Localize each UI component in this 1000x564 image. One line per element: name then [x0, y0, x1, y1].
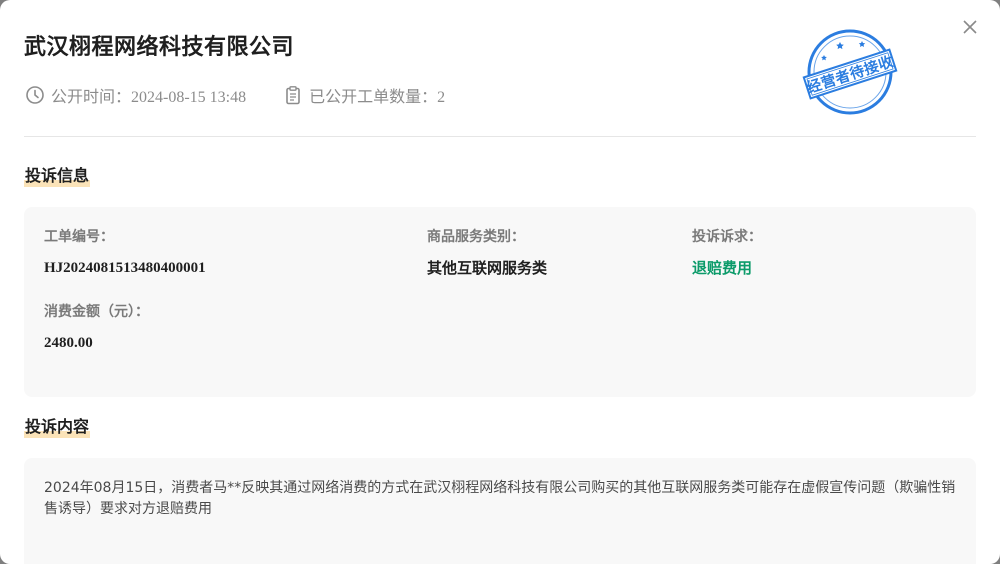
- appeal-label: 投诉诉求：: [692, 229, 762, 245]
- field-appeal: 投诉诉求： 退赔费用: [692, 227, 762, 279]
- clipboard-icon: [282, 84, 304, 106]
- field-category: 商品服务类别： 其他互联网服务类: [427, 227, 547, 279]
- section-title-complaint-content: 投诉内容: [24, 416, 91, 438]
- ticket-no-value: HJ2024081513480400001: [44, 260, 206, 276]
- public-count: 已公开工单数量：2: [282, 83, 445, 107]
- complaint-content-text: 2024年08月15日，消费者马**反映其通过网络消费的方式在武汉栩程网络科技有…: [44, 480, 956, 517]
- clock-icon: [24, 84, 46, 106]
- public-count-text: 已公开工单数量：2: [309, 89, 446, 106]
- header-divider: [24, 136, 976, 137]
- close-icon: [963, 20, 977, 34]
- category-label: 商品服务类别：: [427, 229, 525, 245]
- publish-time: 公开时间：2024-08-15 13:48: [24, 83, 246, 107]
- amount-value: 2480.00: [44, 335, 93, 351]
- field-amount: 消费金额（元）： 2480.00: [44, 302, 149, 354]
- appeal-value: 退赔费用: [692, 259, 753, 277]
- amount-label: 消费金额（元）：: [44, 304, 149, 320]
- publish-time-text: 公开时间：2024-08-15 13:48: [51, 89, 247, 106]
- complaint-detail-modal: 武汉栩程网络科技有限公司 公开时间：2024-08-15 13:48 已公开工单…: [0, 0, 1000, 564]
- category-value: 其他互联网服务类: [427, 259, 548, 277]
- ticket-no-label: 工单编号：: [44, 229, 114, 245]
- company-title: 武汉栩程网络科技有限公司: [24, 35, 295, 60]
- section-title-complaint-info: 投诉信息: [24, 165, 91, 187]
- close-button[interactable]: [960, 17, 980, 37]
- status-stamp: 经营者待接收: [800, 28, 900, 118]
- complaint-content-card: 2024年08月15日，消费者马**反映其通过网络消费的方式在武汉栩程网络科技有…: [24, 458, 976, 564]
- complaint-info-card: 工单编号： HJ2024081513480400001 商品服务类别： 其他互联…: [24, 207, 976, 397]
- field-ticket-no: 工单编号： HJ2024081513480400001: [44, 227, 206, 279]
- meta-row: 公开时间：2024-08-15 13:48 已公开工单数量：2: [24, 83, 445, 107]
